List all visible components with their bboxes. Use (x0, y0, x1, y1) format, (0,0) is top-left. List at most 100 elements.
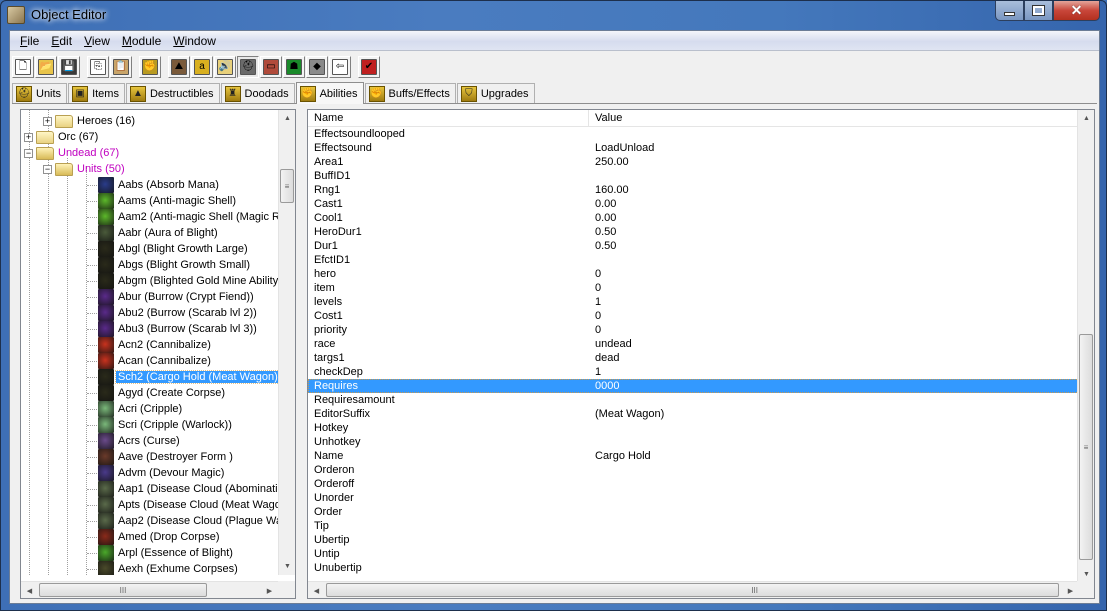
tree-item[interactable]: Aap1 (Disease Cloud (Abomination)) (98, 481, 280, 497)
list-hscroll-thumb[interactable]: III (326, 583, 1059, 597)
menu-view[interactable]: View (78, 31, 116, 51)
list-row[interactable]: Effectsoundlooped (308, 127, 1079, 141)
column-header-name[interactable]: Name (308, 110, 589, 127)
list-row[interactable]: Dur1 0.50 (308, 239, 1079, 253)
scroll-right-arrow-icon[interactable]: ▶ (261, 582, 278, 598)
tree-item[interactable]: Abu2 (Burrow (Scarab lvl 2)) (98, 305, 257, 321)
list-row[interactable]: hero 0 (308, 267, 1079, 281)
maximize-button[interactable] (1024, 1, 1053, 21)
tree-item[interactable]: Acrs (Curse) (98, 433, 180, 449)
menu-module[interactable]: Module (116, 31, 167, 51)
list-row[interactable]: Cost1 0 (308, 309, 1079, 323)
tree-folder[interactable]: + Heroes (16) (43, 113, 135, 129)
ai-editor-button[interactable]: ☗ (283, 56, 305, 78)
import-manager-button[interactable]: ⇦ (329, 56, 351, 78)
list-horizontal-scrollbar[interactable]: ◀ III ▶ (308, 581, 1079, 598)
paste-button[interactable]: 📋 (110, 56, 132, 78)
scroll-down-arrow-icon[interactable]: ▼ (279, 558, 295, 575)
tree-item[interactable]: Abu3 (Burrow (Scarab lvl 3)) (98, 321, 257, 337)
tree-item[interactable]: Acan (Cannibalize) (98, 353, 211, 369)
tree-item[interactable]: Abgm (Blighted Gold Mine Ability) (98, 273, 280, 289)
list-vertical-scrollbar[interactable]: ▲ ≡ ▼ (1077, 110, 1094, 583)
tree-item[interactable]: Abgs (Blight Growth Small) (98, 257, 250, 273)
sound-editor-button[interactable]: 🔊 (214, 56, 236, 78)
tree-item[interactable]: Amed (Drop Corpse) (98, 529, 219, 545)
tree-item[interactable]: Aams (Anti-magic Shell) (98, 193, 236, 209)
tab-abilities[interactable]: ✊ Abilities (295, 82, 364, 104)
tree-horizontal-scrollbar[interactable]: ◀ III ▶ (21, 581, 278, 598)
list-row[interactable]: Orderoff (308, 477, 1079, 491)
list-row[interactable]: Unorder (308, 491, 1079, 505)
tree-item[interactable]: Advm (Devour Magic) (98, 465, 224, 481)
tree-item[interactable]: Acn2 (Cannibalize) (98, 337, 211, 353)
terrain-editor-button[interactable]: ⛰ (168, 56, 190, 78)
tab-upgrades[interactable]: ⛉ Upgrades (456, 83, 535, 103)
tab-doodads[interactable]: ♜ Doodads (220, 83, 295, 103)
list-row[interactable]: Name Cargo Hold (308, 449, 1079, 463)
expand-icon[interactable]: + (43, 116, 52, 126)
list-row[interactable]: Rng1 160.00 (308, 183, 1079, 197)
tab-items[interactable]: ▣ Items (68, 83, 125, 103)
scroll-up-arrow-icon[interactable]: ▲ (1078, 110, 1094, 127)
scroll-up-arrow-icon[interactable]: ▲ (279, 110, 295, 127)
menu-edit[interactable]: Edit (45, 31, 78, 51)
tree-item[interactable]: Acri (Cripple) (98, 401, 182, 417)
list-row[interactable]: Hotkey (308, 421, 1079, 435)
list-row[interactable]: item 0 (308, 281, 1079, 295)
tree-item[interactable]: Aabs (Absorb Mana) (98, 177, 219, 193)
tree-item[interactable]: Aexh (Exhume Corpses) (98, 561, 238, 575)
list-row[interactable]: HeroDur1 0.50 (308, 225, 1079, 239)
list-row[interactable]: checkDep 1 (308, 365, 1079, 379)
close-button[interactable]: ✕ (1053, 1, 1100, 21)
list-row[interactable]: Cool1 0.00 (308, 211, 1079, 225)
list-row[interactable]: Requires 0000 (308, 379, 1079, 393)
list-row[interactable]: Requiresamount (308, 393, 1079, 407)
campaign-editor-button[interactable]: ▭ (260, 56, 282, 78)
tree-item[interactable]: Abur (Burrow (Crypt Fiend)) (98, 289, 254, 305)
collapse-icon[interactable]: − (43, 164, 52, 174)
tree-item[interactable]: Aap2 (Disease Cloud (Plague Ward)) (98, 513, 280, 529)
tree-hscroll-thumb[interactable]: III (39, 583, 207, 597)
tree-folder[interactable]: + Orc (67) (24, 129, 98, 145)
list-row[interactable]: Unubertip (308, 561, 1079, 575)
tree-scroll-thumb[interactable]: ≡ (280, 169, 294, 203)
copy-button[interactable]: ⎘ (87, 56, 109, 78)
menu-file[interactable]: File (14, 31, 45, 51)
collapse-icon[interactable]: − (24, 148, 33, 158)
list-row[interactable]: Tip (308, 519, 1079, 533)
test-map-button[interactable]: ✔ (358, 56, 380, 78)
scroll-left-arrow-icon[interactable]: ◀ (308, 582, 325, 598)
new-file-button[interactable]: 🗋 (12, 56, 34, 78)
tab-units[interactable]: ⛑ Units (12, 83, 68, 103)
object-tree[interactable]: + Heroes (16) + Orc (67) − Undead (67) − Units … (20, 109, 296, 599)
object-manager-button[interactable]: ◆ (306, 56, 328, 78)
tree-item[interactable]: Agyd (Create Corpse) (98, 385, 225, 401)
list-row[interactable]: EditorSuffix (Meat Wagon) (308, 407, 1079, 421)
tree-folder[interactable]: − Undead (67) (24, 145, 119, 161)
list-scroll-thumb[interactable]: ≡ (1079, 334, 1093, 560)
trigger-editor-button[interactable]: a (191, 56, 213, 78)
menu-window[interactable]: Window (167, 31, 222, 51)
open-file-button[interactable]: 📂 (35, 56, 57, 78)
list-row[interactable]: Unhotkey (308, 435, 1079, 449)
ability-module-button[interactable]: ✊ (139, 56, 161, 78)
tree-vertical-scrollbar[interactable]: ▲ ≡ ▼ (278, 110, 295, 575)
scroll-left-arrow-icon[interactable]: ◀ (21, 582, 38, 598)
list-row[interactable]: Untip (308, 547, 1079, 561)
list-row[interactable]: priority 0 (308, 323, 1079, 337)
list-row[interactable]: Order (308, 505, 1079, 519)
column-header-value[interactable]: Value (589, 110, 1079, 127)
expand-icon[interactable]: + (24, 132, 33, 142)
tree-item[interactable]: Aave (Destroyer Form ) (98, 449, 233, 465)
tree-item[interactable]: Sch2 (Cargo Hold (Meat Wagon)) (98, 369, 280, 385)
title-bar[interactable]: Object Editor ✕ (1, 1, 1106, 29)
tab-buffs-effects[interactable]: ✊ Buffs/Effects (364, 83, 456, 103)
list-row[interactable]: BuffID1 (308, 169, 1079, 183)
list-row[interactable]: targs1 dead (308, 351, 1079, 365)
tree-item[interactable]: Arpl (Essence of Blight) (98, 545, 233, 561)
tree-item[interactable]: Aabr (Aura of Blight) (98, 225, 218, 241)
tab-destructibles[interactable]: ▲ Destructibles (125, 83, 220, 103)
list-row[interactable]: levels 1 (308, 295, 1079, 309)
list-row[interactable]: race undead (308, 337, 1079, 351)
list-row[interactable]: Cast1 0.00 (308, 197, 1079, 211)
